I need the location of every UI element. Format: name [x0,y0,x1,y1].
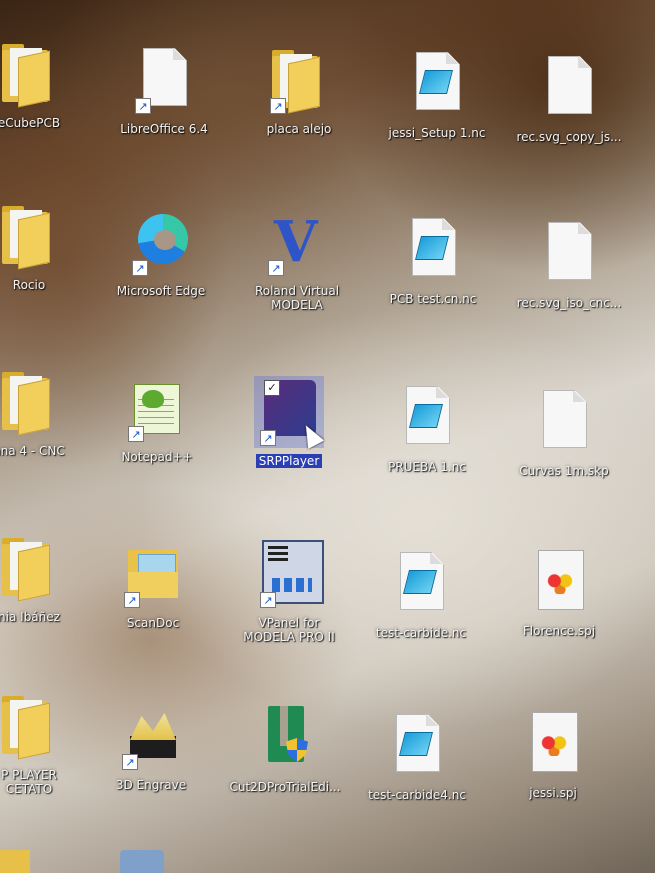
icon-label: nia Ibáñez [0,610,60,624]
spj-file-icon [524,546,594,618]
desktop-icon-vpanel[interactable]: ↗ VPanel for MODELA PRO II [230,538,348,658]
nc-file-icon [382,710,452,782]
icon-label: P PLAYER CETATO [1,768,57,796]
desktop-icon-pcb-test[interactable]: PCB test.cn.nc [374,214,492,334]
nc-file-icon [402,48,472,120]
desktop-icon-srp-player-acetato[interactable]: P PLAYER CETATO [0,690,88,810]
shortcut-arrow-icon: ↗ [260,592,276,608]
nc-file-icon [398,214,468,286]
icon-label: rec.svg_iso_cnc... [516,296,622,310]
icon-label: PCB test.cn.nc [389,292,477,306]
partial-shortcut-icon[interactable] [120,850,164,873]
icon-label: Cut2DProTrialEdi... [229,780,341,794]
vpanel-icon: ↗ [254,538,324,610]
document-icon [529,386,599,458]
shortcut-arrow-icon: ↗ [260,430,276,446]
icon-label: Rocio [12,278,46,292]
icon-label: placa alejo [266,122,332,136]
desktop-icon-rec-svg-copy[interactable]: rec.svg_copy_js... [510,52,628,172]
icon-label: test-carbide4.nc [368,788,466,802]
desktop-icon-rocio[interactable]: Rocio [0,200,88,320]
cut2d-icon [250,702,320,774]
icon-label: VPanel for MODELA PRO II [243,616,335,644]
icon-label: rec.svg_copy_js... [516,130,622,144]
document-icon [534,52,604,124]
icon-label: Florence.spj [522,624,596,638]
shortcut-arrow-icon: ↗ [128,426,144,442]
icon-label: LibreOffice 6.4 [120,122,208,136]
nc-file-icon [392,382,462,454]
icon-label: eCubePCB [0,116,61,130]
desktop-icon-scandoc[interactable]: ↗ ScanDoc [94,538,212,658]
icon-label: Roland Virtual MODELA [254,284,340,312]
desktop-icon-prueba-1[interactable]: PRUEBA 1.nc [368,382,486,502]
desktop-icon-srpplayer[interactable]: ✓ ↗ SRPPlayer [230,376,348,496]
desktop-icon-notepad-pp[interactable]: ↗ Notepad++ [98,372,216,492]
desktop-icon-roland-virtual-modela[interactable]: V ↗ Roland Virtual MODELA [238,206,356,326]
document-icon: ↗ [129,44,199,116]
shortcut-arrow-icon: ↗ [135,98,151,114]
icon-label: jessi_Setup 1.nc [388,126,486,140]
shortcut-arrow-icon: ↗ [122,754,138,770]
spj-file-icon [518,708,588,780]
icon-label: test-carbide.nc [375,626,467,640]
desktop-icon-jessi-spj[interactable]: jessi.spj [494,708,612,828]
folder-icon [0,532,64,604]
desktop-icon-jessi-setup[interactable]: jessi_Setup 1.nc [378,48,496,168]
shortcut-arrow-icon: ↗ [270,98,286,114]
desktop-icon-test-carbide[interactable]: test-carbide.nc [362,548,480,668]
desktop-icon-curvas-1m[interactable]: Curvas 1m.skp [505,386,623,506]
shortcut-arrow-icon: ↗ [132,260,148,276]
desktop-icon-rec-svg-iso[interactable]: rec.svg_iso_cnc... [510,218,628,338]
desktop-icon-placa-alejo[interactable]: ↗ placa alejo [240,44,358,164]
desktop[interactable]: eCubePCB ↗ LibreOffice 6.4 ↗ placa alejo… [0,0,655,873]
folder-icon: ↗ [264,44,334,116]
icon-label: 3D Engrave [115,778,187,792]
desktop-icon-icecubepcb[interactable]: eCubePCB [0,38,88,158]
icon-label: Curvas 1m.skp [519,464,609,478]
shortcut-arrow-icon: ↗ [124,592,140,608]
desktop-icon-test-carbide4[interactable]: test-carbide4.nc [358,710,476,830]
icon-label: jessi.spj [529,786,577,800]
checkbox-icon[interactable]: ✓ [264,380,280,396]
desktop-icon-ibanez[interactable]: nia Ibáñez [0,532,88,652]
engrave-icon: ↗ [116,700,186,772]
icon-label: Notepad++ [121,450,193,464]
folder-icon [0,200,64,272]
shortcut-arrow-icon: ↗ [268,260,284,276]
scandoc-folder-icon: ↗ [118,538,188,610]
desktop-icon-libreoffice[interactable]: ↗ LibreOffice 6.4 [105,44,223,164]
desktop-icon-cut2d[interactable]: Cut2DProTrialEdi... [226,702,344,822]
desktop-icon-semana-4-cnc[interactable]: ana 4 - CNC [0,366,88,486]
icon-label: ana 4 - CNC [0,444,65,458]
folder-icon [0,690,64,762]
icon-label: ScanDoc [126,616,180,630]
icon-label: PRUEBA 1.nc [388,460,466,474]
partial-folder-icon[interactable] [0,850,30,873]
folder-icon [0,366,64,438]
notepad-plus-plus-icon: ↗ [122,372,192,444]
desktop-icon-microsoft-edge[interactable]: ↗ Microsoft Edge [102,206,220,326]
icon-label: Microsoft Edge [116,284,206,298]
edge-browser-icon: ↗ [126,206,196,278]
document-icon [534,218,604,290]
desktop-icon-florence[interactable]: Florence.spj [500,546,618,666]
icon-label: SRPPlayer [255,454,323,468]
folder-icon [0,38,64,110]
roland-v-icon: V ↗ [262,206,332,278]
nc-file-icon [386,548,456,620]
desktop-icon-3d-engrave[interactable]: ↗ 3D Engrave [92,700,210,820]
